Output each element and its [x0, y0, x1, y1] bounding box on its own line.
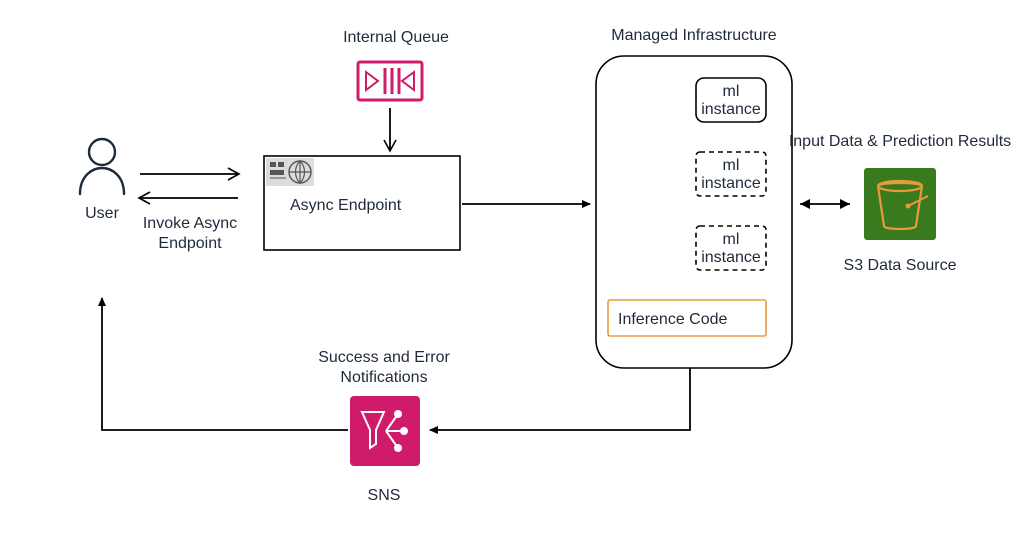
queue-icon [358, 62, 422, 100]
async-endpoint-box: Async Endpoint [264, 156, 460, 250]
user-label: User [85, 205, 119, 222]
s3-top-label: Input Data & Prediction Results [789, 133, 1011, 150]
invoke-label-2: Endpoint [158, 235, 222, 252]
inference-code-box: Inference Code [608, 300, 766, 336]
arrow-sns-to-user [102, 298, 348, 430]
internal-queue-label: Internal Queue [343, 29, 449, 46]
ml-instance-3-l1: ml [723, 231, 740, 248]
arrow-infra-to-sns [430, 368, 690, 430]
architecture-diagram: Internal Queue Managed Infrastructure ml… [0, 0, 1033, 548]
ml-instance-box-3: ml instance [696, 226, 766, 270]
sns-icon [350, 396, 420, 466]
async-endpoint-label: Async Endpoint [290, 197, 402, 214]
sns-top-1: Success and Error [318, 349, 450, 366]
s3-bucket-icon [864, 168, 936, 240]
ml-instance-box-1: ml instance [696, 78, 766, 122]
inference-code-label: Inference Code [618, 311, 728, 328]
globe-icon [289, 161, 311, 183]
user-icon [80, 139, 124, 194]
ml-instance-2-l2: instance [701, 175, 761, 192]
managed-infra-title: Managed Infrastructure [611, 27, 777, 44]
s3-bottom-label: S3 Data Source [844, 257, 957, 274]
sns-bottom-label: SNS [368, 487, 401, 504]
arrow-infra-s3 [800, 199, 850, 209]
ml-instance-1-l1: ml [723, 83, 740, 100]
ml-instance-1-l2: instance [701, 101, 761, 118]
ml-instance-3-l2: instance [701, 249, 761, 266]
ml-instance-box-2: ml instance [696, 152, 766, 196]
sns-top-2: Notifications [340, 369, 427, 386]
invoke-label-1: Invoke Async [143, 215, 237, 232]
ml-instance-2-l1: ml [723, 157, 740, 174]
